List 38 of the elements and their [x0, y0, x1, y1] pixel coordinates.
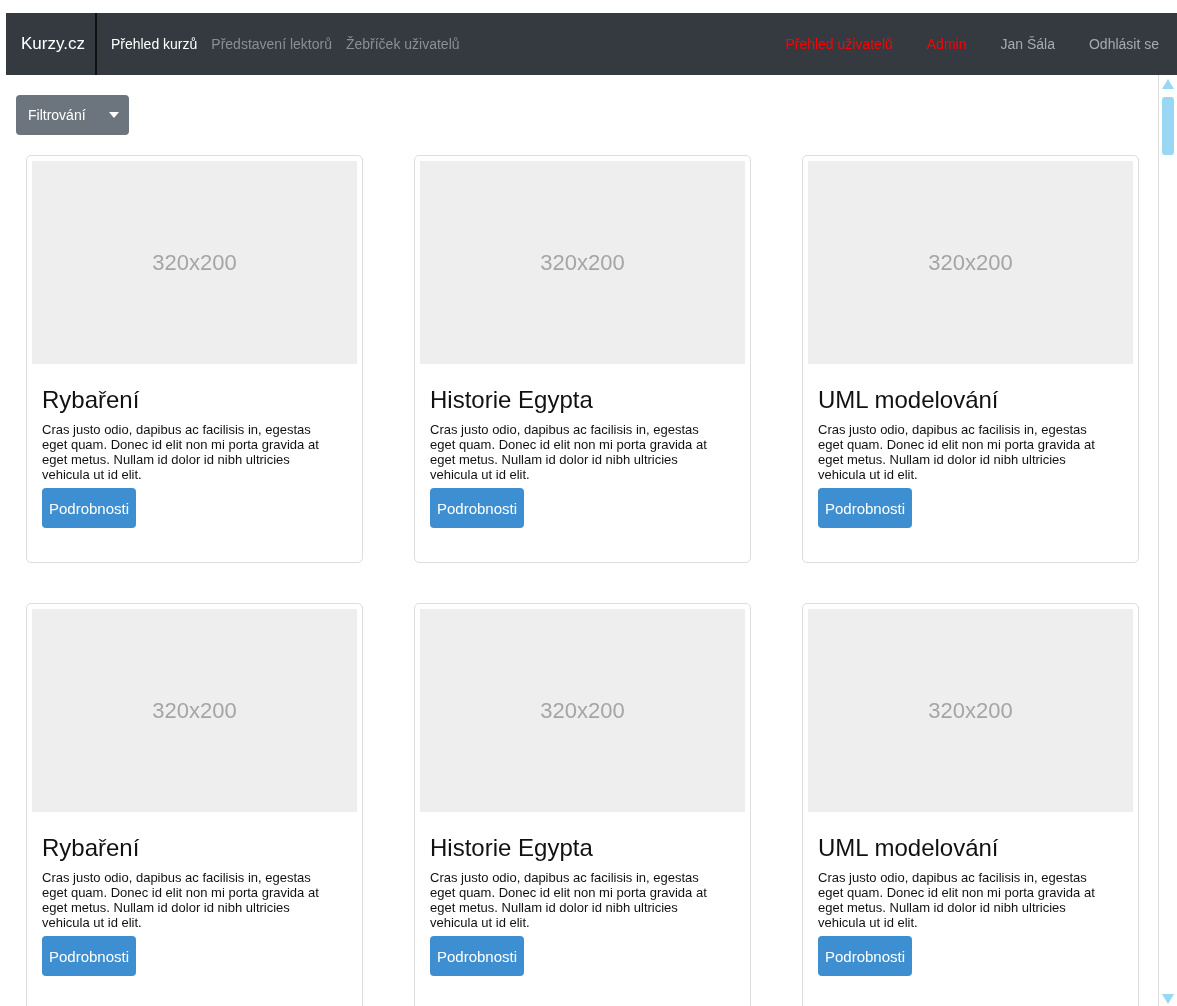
details-button[interactable]: Podrobnosti	[818, 936, 913, 976]
details-button[interactable]: Podrobnosti	[42, 488, 137, 528]
nav-link[interactable]: Žebříček uživatelů	[345, 36, 460, 52]
nav-link[interactable]: Přehled uživatelů	[785, 36, 893, 52]
card-text: Cras justo odio, dapibus ac facilisis in, egestas eget quam. Donec id elit non mi porta gravida at eget metus. Nullam id dolor id nibh ultricies vehicula ut id elit.	[42, 422, 320, 482]
card-text: Cras justo odio, dapibus ac facilisis in, egestas eget quam. Donec id elit non mi porta gravida at eget metus. Nullam id dolor id nibh ultricies vehicula ut id elit.	[818, 870, 1096, 930]
image-size-label: 320x200	[928, 697, 1013, 724]
card-text: Cras justo odio, dapibus ac facilisis in, egestas eget quam. Donec id elit non mi porta gravida at eget metus. Nullam id dolor id nibh ultricies vehicula ut id elit.	[430, 870, 708, 930]
nav-link[interactable]: Admin	[926, 36, 967, 52]
details-button[interactable]: Podrobnosti	[430, 936, 525, 976]
nav-link[interactable]: Představení lektorů	[211, 36, 332, 52]
card-title: Historie Egypta	[430, 834, 594, 862]
image-size-label: 320x200	[152, 697, 237, 724]
image-size-label: 320x200	[540, 697, 625, 724]
details-button[interactable]: Podrobnosti	[430, 488, 525, 528]
card-text: Cras justo odio, dapibus ac facilisis in, egestas eget quam. Donec id elit non mi porta gravida at eget metus. Nullam id dolor id nibh ultricies vehicula ut id elit.	[430, 422, 708, 482]
brand-link[interactable]: Kurzy.cz	[6, 13, 97, 75]
filter-dropdown-button[interactable]: Filtrování	[16, 95, 129, 135]
scrollbar[interactable]	[1158, 75, 1177, 1006]
nav-link[interactable]: Odhlásit se	[1088, 36, 1159, 52]
nav-link[interactable]: Jan Šála	[1000, 36, 1055, 52]
card-title: Historie Egypta	[430, 386, 594, 414]
image-size-label: 320x200	[928, 249, 1013, 276]
card-text: Cras justo odio, dapibus ac facilisis in, egestas eget quam. Donec id elit non mi porta gravida at eget metus. Nullam id dolor id nibh ultricies vehicula ut id elit.	[818, 422, 1096, 482]
details-button[interactable]: Podrobnosti	[42, 936, 137, 976]
scroll-up-icon[interactable]	[1162, 79, 1174, 89]
image-size-label: 320x200	[152, 249, 237, 276]
nav-link[interactable]: Přehled kurzů	[110, 36, 198, 52]
card-title: UML modelování	[818, 834, 1000, 862]
scroll-down-icon[interactable]	[1162, 994, 1174, 1004]
card-title: UML modelování	[818, 386, 1000, 414]
image-size-label: 320x200	[540, 249, 625, 276]
scroll-thumb[interactable]	[1162, 97, 1174, 155]
card-text: Cras justo odio, dapibus ac facilisis in, egestas eget quam. Donec id elit non mi porta gravida at eget metus. Nullam id dolor id nibh ultricies vehicula ut id elit.	[42, 870, 320, 930]
card-title: Rybaření	[42, 834, 141, 862]
caret-icon	[109, 112, 119, 118]
card-title: Rybaření	[42, 386, 141, 414]
details-button[interactable]: Podrobnosti	[818, 488, 913, 528]
